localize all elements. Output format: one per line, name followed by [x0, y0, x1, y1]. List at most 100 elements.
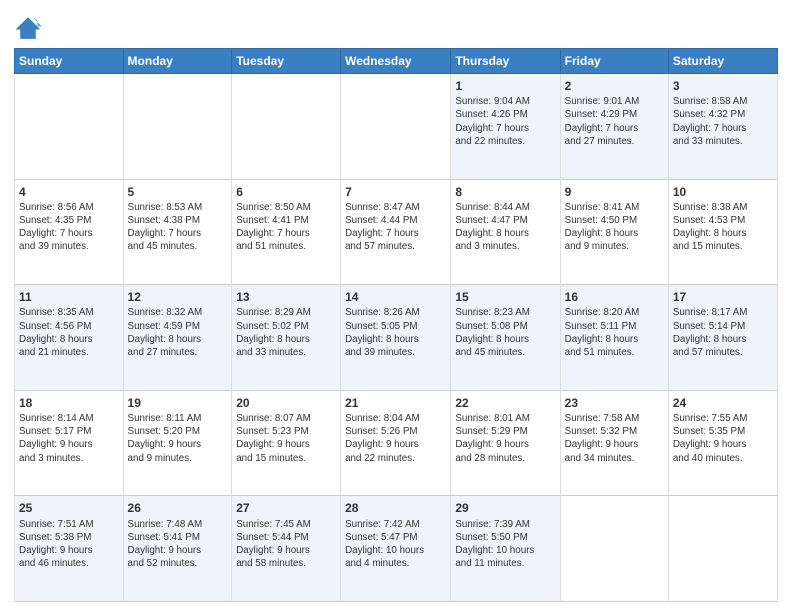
cell-0-5: 2Sunrise: 9:01 AM Sunset: 4:29 PM Daylig…: [560, 74, 668, 180]
day-info: Sunrise: 8:41 AM Sunset: 4:50 PM Dayligh…: [565, 201, 664, 254]
day-number: 16: [565, 289, 664, 305]
cell-3-1: 19Sunrise: 8:11 AM Sunset: 5:20 PM Dayli…: [123, 390, 232, 496]
day-number: 18: [19, 395, 119, 411]
day-number: 24: [673, 395, 773, 411]
day-number: 21: [345, 395, 446, 411]
day-number: 9: [565, 184, 664, 200]
cell-4-5: [560, 496, 668, 602]
header-row: SundayMondayTuesdayWednesdayThursdayFrid…: [15, 49, 778, 74]
cell-0-1: [123, 74, 232, 180]
cell-2-4: 15Sunrise: 8:23 AM Sunset: 5:08 PM Dayli…: [451, 285, 560, 391]
header-day-tuesday: Tuesday: [232, 49, 341, 74]
cell-3-5: 23Sunrise: 7:58 AM Sunset: 5:32 PM Dayli…: [560, 390, 668, 496]
day-number: 29: [455, 500, 555, 516]
cell-1-1: 5Sunrise: 8:53 AM Sunset: 4:38 PM Daylig…: [123, 179, 232, 285]
week-row-2: 11Sunrise: 8:35 AM Sunset: 4:56 PM Dayli…: [15, 285, 778, 391]
day-info: Sunrise: 7:45 AM Sunset: 5:44 PM Dayligh…: [236, 518, 336, 571]
day-info: Sunrise: 8:50 AM Sunset: 4:41 PM Dayligh…: [236, 201, 336, 254]
cell-1-3: 7Sunrise: 8:47 AM Sunset: 4:44 PM Daylig…: [341, 179, 451, 285]
day-number: 28: [345, 500, 446, 516]
day-info: Sunrise: 7:39 AM Sunset: 5:50 PM Dayligh…: [455, 518, 555, 571]
day-info: Sunrise: 7:42 AM Sunset: 5:47 PM Dayligh…: [345, 518, 446, 571]
cell-3-6: 24Sunrise: 7:55 AM Sunset: 5:35 PM Dayli…: [668, 390, 777, 496]
cell-1-2: 6Sunrise: 8:50 AM Sunset: 4:41 PM Daylig…: [232, 179, 341, 285]
week-row-0: 1Sunrise: 9:04 AM Sunset: 4:26 PM Daylig…: [15, 74, 778, 180]
day-number: 7: [345, 184, 446, 200]
day-info: Sunrise: 8:29 AM Sunset: 5:02 PM Dayligh…: [236, 306, 336, 359]
day-info: Sunrise: 8:58 AM Sunset: 4:32 PM Dayligh…: [673, 95, 773, 148]
day-number: 2: [565, 78, 664, 94]
day-number: 8: [455, 184, 555, 200]
day-info: Sunrise: 8:17 AM Sunset: 5:14 PM Dayligh…: [673, 306, 773, 359]
day-number: 14: [345, 289, 446, 305]
cell-2-1: 12Sunrise: 8:32 AM Sunset: 4:59 PM Dayli…: [123, 285, 232, 391]
day-info: Sunrise: 7:48 AM Sunset: 5:41 PM Dayligh…: [128, 518, 228, 571]
day-info: Sunrise: 7:58 AM Sunset: 5:32 PM Dayligh…: [565, 412, 664, 465]
day-info: Sunrise: 8:47 AM Sunset: 4:44 PM Dayligh…: [345, 201, 446, 254]
cell-4-6: [668, 496, 777, 602]
cell-1-6: 10Sunrise: 8:38 AM Sunset: 4:53 PM Dayli…: [668, 179, 777, 285]
cell-2-5: 16Sunrise: 8:20 AM Sunset: 5:11 PM Dayli…: [560, 285, 668, 391]
calendar-page: SundayMondayTuesdayWednesdayThursdayFrid…: [0, 0, 792, 612]
cell-4-3: 28 Sunrise: 7:42 AM Sunset: 5:47 PM Dayli…: [341, 496, 451, 602]
day-number: 17: [673, 289, 773, 305]
cell-2-0: 11Sunrise: 8:35 AM Sunset: 4:56 PM Dayli…: [15, 285, 124, 391]
day-number: 19: [128, 395, 228, 411]
calendar-table: SundayMondayTuesdayWednesdayThursdayFrid…: [14, 48, 778, 602]
day-info: Sunrise: 9:01 AM Sunset: 4:29 PM Dayligh…: [565, 95, 664, 148]
week-row-1: 4Sunrise: 8:56 AM Sunset: 4:35 PM Daylig…: [15, 179, 778, 285]
day-info: Sunrise: 8:20 AM Sunset: 5:11 PM Dayligh…: [565, 306, 664, 359]
header-day-friday: Friday: [560, 49, 668, 74]
day-info: Sunrise: 8:53 AM Sunset: 4:38 PM Dayligh…: [128, 201, 228, 254]
day-info: Sunrise: 8:26 AM Sunset: 5:05 PM Dayligh…: [345, 306, 446, 359]
cell-3-4: 22Sunrise: 8:01 AM Sunset: 5:29 PM Dayli…: [451, 390, 560, 496]
cell-0-4: 1Sunrise: 9:04 AM Sunset: 4:26 PM Daylig…: [451, 74, 560, 180]
logo-icon: [14, 14, 42, 42]
day-info: Sunrise: 7:55 AM Sunset: 5:35 PM Dayligh…: [673, 412, 773, 465]
day-number: 1: [455, 78, 555, 94]
day-info: Sunrise: 8:38 AM Sunset: 4:53 PM Dayligh…: [673, 201, 773, 254]
day-number: 22: [455, 395, 555, 411]
day-number: 27: [236, 500, 336, 516]
cell-1-0: 4Sunrise: 8:56 AM Sunset: 4:35 PM Daylig…: [15, 179, 124, 285]
day-number: 10: [673, 184, 773, 200]
day-number: 25: [19, 500, 119, 516]
cell-4-4: 29 Sunrise: 7:39 AM Sunset: 5:50 PM Dayli…: [451, 496, 560, 602]
day-number: 12: [128, 289, 228, 305]
header-day-monday: Monday: [123, 49, 232, 74]
cell-2-6: 17Sunrise: 8:17 AM Sunset: 5:14 PM Dayli…: [668, 285, 777, 391]
cell-0-6: 3Sunrise: 8:58 AM Sunset: 4:32 PM Daylig…: [668, 74, 777, 180]
day-info: Sunrise: 8:35 AM Sunset: 4:56 PM Dayligh…: [19, 306, 119, 359]
day-number: 5: [128, 184, 228, 200]
day-number: 3: [673, 78, 773, 94]
day-number: 23: [565, 395, 664, 411]
day-info: Sunrise: 8:11 AM Sunset: 5:20 PM Dayligh…: [128, 412, 228, 465]
day-info: Sunrise: 8:44 AM Sunset: 4:47 PM Dayligh…: [455, 201, 555, 254]
day-number: 11: [19, 289, 119, 305]
cell-0-3: [341, 74, 451, 180]
cell-4-0: 25Sunrise: 7:51 AM Sunset: 5:38 PM Dayli…: [15, 496, 124, 602]
cell-3-2: 20Sunrise: 8:07 AM Sunset: 5:23 PM Dayli…: [232, 390, 341, 496]
calendar-header: SundayMondayTuesdayWednesdayThursdayFrid…: [15, 49, 778, 74]
logo: [14, 14, 46, 42]
day-number: 4: [19, 184, 119, 200]
cell-0-2: [232, 74, 341, 180]
header-day-sunday: Sunday: [15, 49, 124, 74]
day-info: Sunrise: 9:04 AM Sunset: 4:26 PM Dayligh…: [455, 95, 555, 148]
header: [14, 10, 778, 42]
header-day-thursday: Thursday: [451, 49, 560, 74]
day-info: Sunrise: 8:23 AM Sunset: 5:08 PM Dayligh…: [455, 306, 555, 359]
cell-1-5: 9Sunrise: 8:41 AM Sunset: 4:50 PM Daylig…: [560, 179, 668, 285]
cell-2-2: 13Sunrise: 8:29 AM Sunset: 5:02 PM Dayli…: [232, 285, 341, 391]
day-info: Sunrise: 8:32 AM Sunset: 4:59 PM Dayligh…: [128, 306, 228, 359]
header-day-wednesday: Wednesday: [341, 49, 451, 74]
cell-4-2: 27 Sunrise: 7:45 AM Sunset: 5:44 PM Dayli…: [232, 496, 341, 602]
day-info: Sunrise: 8:01 AM Sunset: 5:29 PM Dayligh…: [455, 412, 555, 465]
week-row-3: 18Sunrise: 8:14 AM Sunset: 5:17 PM Dayli…: [15, 390, 778, 496]
week-row-4: 25Sunrise: 7:51 AM Sunset: 5:38 PM Dayli…: [15, 496, 778, 602]
cell-1-4: 8Sunrise: 8:44 AM Sunset: 4:47 PM Daylig…: [451, 179, 560, 285]
day-number: 20: [236, 395, 336, 411]
calendar-body: 1Sunrise: 9:04 AM Sunset: 4:26 PM Daylig…: [15, 74, 778, 602]
day-number: 15: [455, 289, 555, 305]
cell-3-3: 21Sunrise: 8:04 AM Sunset: 5:26 PM Dayli…: [341, 390, 451, 496]
